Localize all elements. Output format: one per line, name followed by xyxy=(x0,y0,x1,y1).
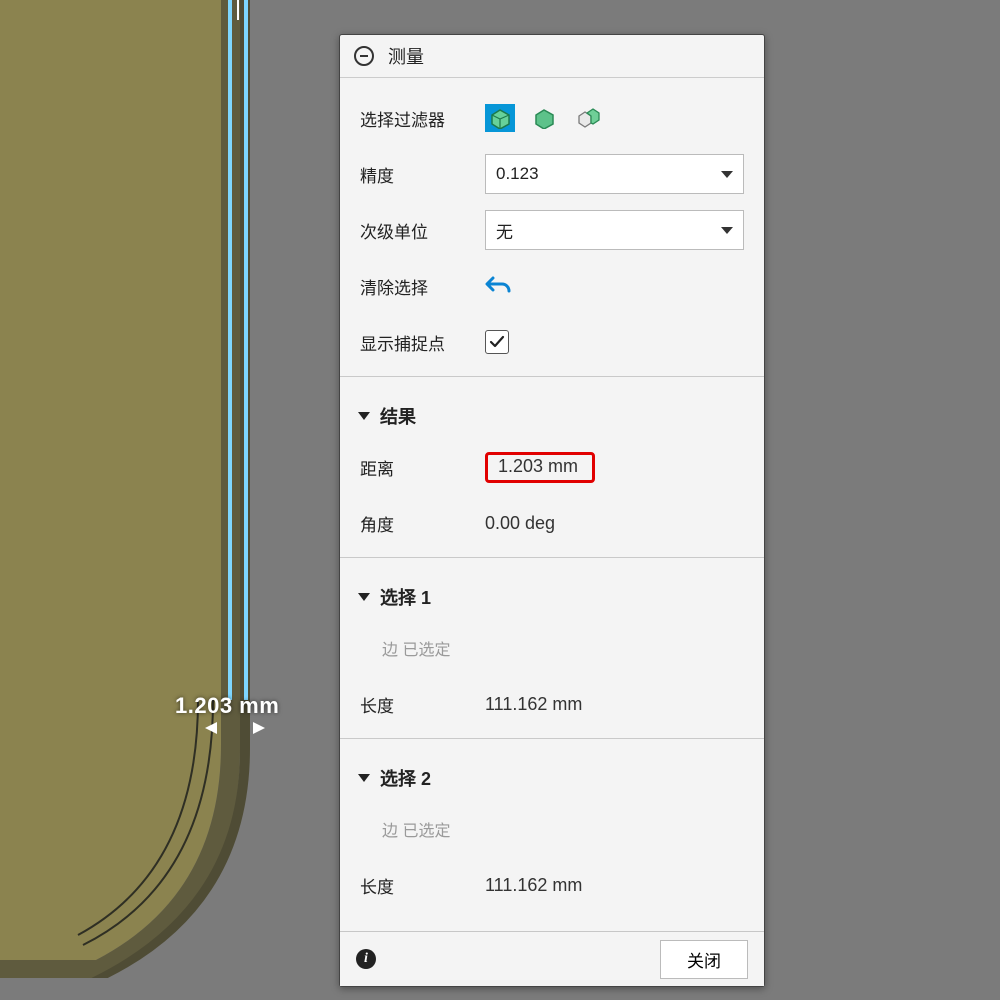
clear-selection-row: 清除选择 xyxy=(340,258,764,314)
selection1-section: 选择 1 边 已选定 长度 111.162 mm xyxy=(340,558,764,739)
selection2-header-label: 选择 2 xyxy=(380,765,431,791)
dimension-arrows-icon xyxy=(205,720,265,736)
selection2-header[interactable]: 选择 2 xyxy=(340,751,764,801)
chevron-down-icon xyxy=(358,593,370,601)
selection1-header-label: 选择 1 xyxy=(380,584,431,610)
precision-row: 精度 0.123 xyxy=(340,146,764,202)
snap-row: 显示捕捉点 xyxy=(340,314,764,370)
info-icon[interactable]: i xyxy=(356,949,376,969)
results-header[interactable]: 结果 xyxy=(340,389,764,439)
selection1-length-row: 长度 111.162 mm xyxy=(340,676,764,732)
distance-highlight: 1.203 mm xyxy=(485,452,595,483)
model-view xyxy=(0,0,268,978)
selection1-length-value: 111.162 mm xyxy=(485,694,582,715)
snap-label: 显示捕捉点 xyxy=(360,330,485,355)
selection1-header[interactable]: 选择 1 xyxy=(340,570,764,620)
close-button[interactable]: 关闭 xyxy=(660,940,748,979)
angle-value: 0.00 deg xyxy=(485,513,555,534)
filter-icon-group xyxy=(485,104,603,132)
selection1-length-label: 长度 xyxy=(360,692,485,717)
selection-filter-row: 选择过滤器 xyxy=(340,90,764,146)
filter-bodies-icon[interactable] xyxy=(529,104,559,132)
precision-value: 0.123 xyxy=(496,164,539,184)
panel-footer: i 关闭 xyxy=(340,931,764,986)
selection2-length-value: 111.162 mm xyxy=(485,875,582,896)
cad-viewport[interactable]: 1.203 mm 测量 选择过滤器 xyxy=(0,0,1000,1000)
precision-select[interactable]: 0.123 xyxy=(485,154,744,194)
selection-filter-label: 选择过滤器 xyxy=(360,106,485,131)
subunit-label: 次级单位 xyxy=(360,218,485,243)
measure-panel: 测量 选择过滤器 精度 xyxy=(339,34,765,987)
selection2-status-row: 边 已选定 xyxy=(340,801,764,857)
selection2-status: 边 已选定 xyxy=(360,817,450,841)
angle-label: 角度 xyxy=(360,511,485,536)
clear-selection-button[interactable] xyxy=(485,273,513,300)
panel-header: 测量 xyxy=(340,35,764,78)
filter-faces-icon[interactable] xyxy=(485,104,515,132)
subunit-row: 次级单位 无 xyxy=(340,202,764,258)
distance-label: 距离 xyxy=(360,455,485,480)
canvas-dimension-label: 1.203 mm xyxy=(175,693,279,719)
chevron-down-icon xyxy=(358,412,370,420)
chevron-down-icon xyxy=(721,171,733,178)
precision-label: 精度 xyxy=(360,162,485,187)
selection2-length-label: 长度 xyxy=(360,873,485,898)
snap-checkbox[interactable] xyxy=(485,330,509,354)
clear-selection-label: 清除选择 xyxy=(360,274,485,299)
subunit-select[interactable]: 无 xyxy=(485,210,744,250)
chevron-down-icon xyxy=(721,227,733,234)
filter-components-icon[interactable] xyxy=(573,104,603,132)
results-section: 结果 距离 1.203 mm 角度 0.00 deg xyxy=(340,377,764,558)
selection2-section: 选择 2 边 已选定 长度 111.162 mm xyxy=(340,739,764,919)
results-header-label: 结果 xyxy=(380,403,416,429)
panel-title: 测量 xyxy=(388,43,424,69)
settings-section: 选择过滤器 精度 0.123 xyxy=(340,78,764,377)
distance-row: 距离 1.203 mm xyxy=(340,439,764,495)
collapse-icon[interactable] xyxy=(354,46,374,66)
selection1-status: 边 已选定 xyxy=(360,636,450,660)
subunit-value: 无 xyxy=(496,218,513,243)
chevron-down-icon xyxy=(358,774,370,782)
angle-row: 角度 0.00 deg xyxy=(340,495,764,551)
selection2-length-row: 长度 111.162 mm xyxy=(340,857,764,913)
distance-value: 1.203 mm xyxy=(498,456,578,476)
selection1-status-row: 边 已选定 xyxy=(340,620,764,676)
